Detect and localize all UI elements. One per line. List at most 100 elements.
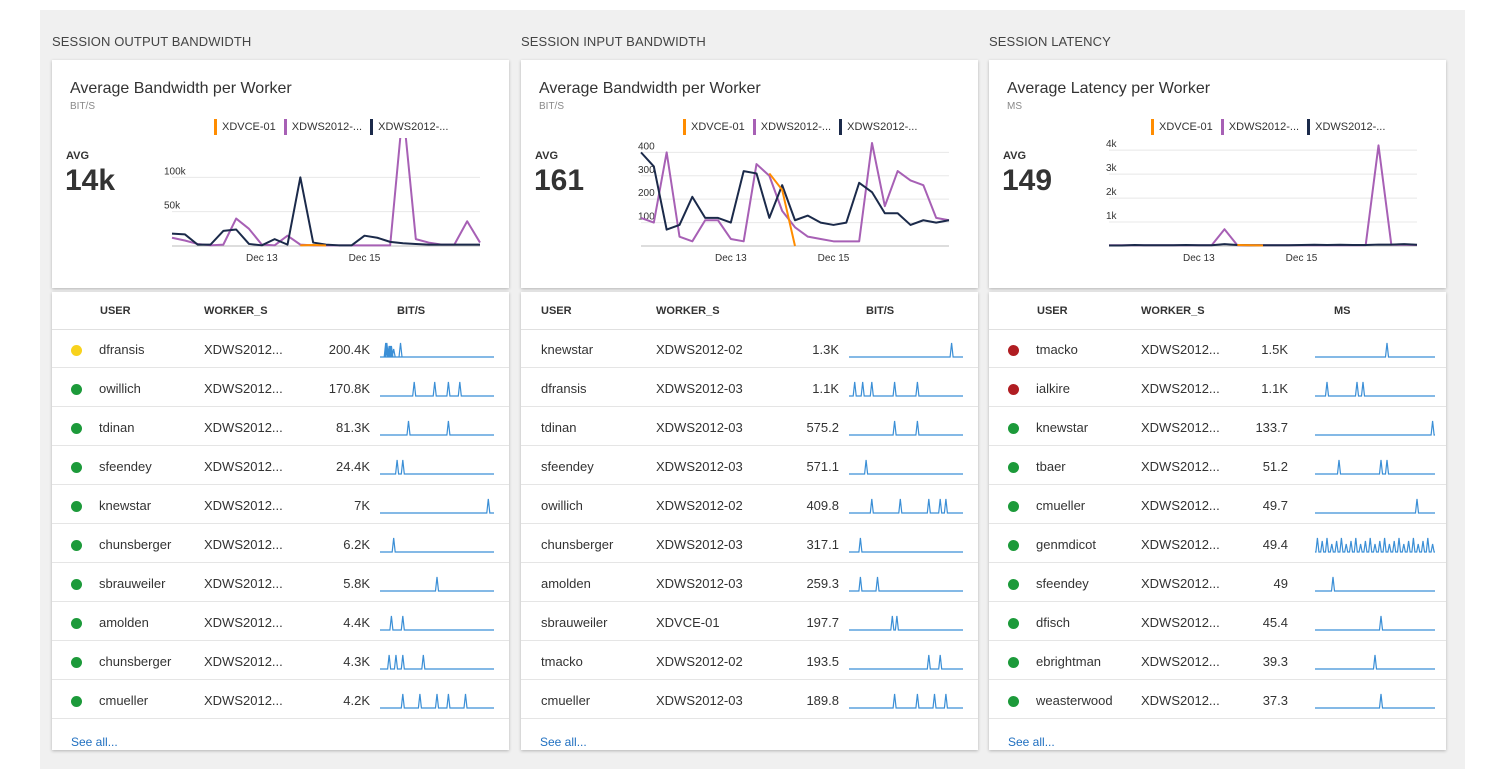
- table-row[interactable]: sbrauweiler XDVCE-01 197.7: [521, 603, 978, 641]
- see-all-link[interactable]: See all...: [71, 735, 118, 749]
- worker-cell: XDWS2012...: [1141, 576, 1220, 591]
- sparkline-path: [849, 654, 963, 670]
- column-header[interactable]: WORKER_S: [1141, 305, 1205, 317]
- table-row[interactable]: amolden XDWS2012-03 259.3: [521, 564, 978, 602]
- legend-label: XDVCE-01: [222, 121, 276, 133]
- column-header[interactable]: USER: [100, 305, 131, 317]
- status-dot: [71, 618, 82, 629]
- chart-unit: MS: [1007, 101, 1022, 112]
- table-card: USER WORKER_S MS tmacko XDWS2012... 1.5K ialki…: [989, 292, 1446, 750]
- table-row[interactable]: cmueller XDWS2012-03 189.8: [521, 681, 978, 719]
- table-row[interactable]: tdinan XDWS2012-03 575.2: [521, 408, 978, 446]
- chart-card[interactable]: Average Latency per Worker MS AVG 149 XDVCE-…: [989, 60, 1446, 288]
- legend-item[interactable]: XDVCE-01: [683, 119, 745, 135]
- chart-unit: BIT/S: [70, 101, 96, 112]
- worker-cell: XDWS2012-02: [656, 654, 743, 669]
- column-header[interactable]: WORKER_S: [656, 305, 720, 317]
- table-row[interactable]: ialkire XDWS2012... 1.1K: [989, 369, 1446, 407]
- table-row[interactable]: sbrauweiler XDWS2012... 5.8K: [52, 564, 509, 602]
- series-line-2[interactable]: [640, 151, 950, 231]
- table-row[interactable]: owillich XDWS2012... 170.8K: [52, 369, 509, 407]
- legend-label: XDVCE-01: [691, 121, 745, 133]
- see-all-link[interactable]: See all...: [540, 735, 587, 749]
- table-row[interactable]: dfransis XDWS2012-03 1.1K: [521, 369, 978, 407]
- table-row[interactable]: weasterwood XDWS2012... 37.3: [989, 681, 1446, 719]
- table-row[interactable]: tbaer XDWS2012... 51.2: [989, 447, 1446, 485]
- table-row[interactable]: knewstar XDWS2012... 7K: [52, 486, 509, 524]
- worker-cell: XDWS2012...: [204, 459, 283, 474]
- worker-cell: XDWS2012...: [204, 537, 283, 552]
- sparkline-path: [1315, 537, 1435, 553]
- table-row[interactable]: dfransis XDWS2012... 200.4K: [52, 330, 509, 368]
- column-header[interactable]: USER: [1037, 305, 1068, 317]
- column-header[interactable]: MS: [1334, 305, 1351, 317]
- legend-swatch: [1220, 119, 1224, 135]
- chart-title: Average Bandwidth per Worker: [70, 80, 292, 97]
- table-row[interactable]: tmacko XDWS2012-02 193.5: [521, 642, 978, 680]
- y-tick-label: 100k: [164, 166, 187, 177]
- worker-cell: XDWS2012-03: [656, 420, 743, 435]
- column-header[interactable]: WORKER_S: [204, 305, 268, 317]
- legend-item[interactable]: XDWS2012-...: [1220, 119, 1299, 135]
- legend-item[interactable]: XDWS2012-...: [283, 119, 362, 135]
- table-row[interactable]: chunsberger XDWS2012... 4.3K: [52, 642, 509, 680]
- avg-label: AVG: [1003, 150, 1027, 162]
- chart-card[interactable]: Average Bandwidth per Worker BIT/S AVG 161 X…: [521, 60, 978, 288]
- series-line-1[interactable]: [171, 138, 481, 247]
- sparkline: [849, 654, 963, 670]
- sparkline-path: [380, 537, 494, 553]
- legend-item[interactable]: XDWS2012-...: [839, 119, 917, 135]
- table-row[interactable]: chunsberger XDWS2012-03 317.1: [521, 525, 978, 563]
- value-cell: 45.4: [1262, 615, 1288, 630]
- sparkline: [380, 459, 494, 475]
- table-row[interactable]: cmueller XDWS2012... 49.7: [989, 486, 1446, 524]
- table-row[interactable]: tdinan XDWS2012... 81.3K: [52, 408, 509, 446]
- table-row[interactable]: tmacko XDWS2012... 1.5K: [989, 330, 1446, 368]
- user-cell: tmacko: [1036, 342, 1078, 357]
- user-cell: weasterwood: [1036, 693, 1113, 708]
- legend-item[interactable]: XDVCE-01: [1151, 119, 1213, 135]
- legend-label: XDWS2012-...: [847, 121, 918, 133]
- status-dot: [71, 579, 82, 590]
- column-header[interactable]: USER: [541, 305, 572, 317]
- table-row[interactable]: owillich XDWS2012-02 409.8: [521, 486, 978, 524]
- table-row[interactable]: sfeendey XDWS2012... 49: [989, 564, 1446, 602]
- table-row[interactable]: ebrightman XDWS2012... 39.3: [989, 642, 1446, 680]
- chart-card[interactable]: Average Bandwidth per Worker BIT/S AVG 14k X…: [52, 60, 509, 288]
- series-line-1[interactable]: [640, 142, 950, 243]
- x-tick-label: Dec 13: [246, 253, 278, 264]
- sparkline: [380, 615, 494, 631]
- worker-cell: XDWS2012...: [1141, 537, 1220, 552]
- table-row[interactable]: chunsberger XDWS2012... 6.2K: [52, 525, 509, 563]
- table-row[interactable]: sfeendey XDWS2012-03 571.1: [521, 447, 978, 485]
- worker-cell: XDWS2012...: [1141, 420, 1220, 435]
- value-cell: 6.2K: [343, 537, 370, 552]
- legend-item[interactable]: XDWS2012-...: [370, 119, 448, 135]
- table-row[interactable]: dfisch XDWS2012... 45.4: [989, 603, 1446, 641]
- y-tick-label: 2k: [1106, 187, 1118, 198]
- see-all-link[interactable]: See all...: [1008, 735, 1055, 749]
- value-cell: 189.8: [806, 693, 839, 708]
- worker-cell: XDWS2012-03: [656, 381, 743, 396]
- table-row[interactable]: knewstar XDWS2012-02 1.3K: [521, 330, 978, 368]
- user-cell: dfransis: [99, 342, 145, 357]
- table-row[interactable]: sfeendey XDWS2012... 24.4K: [52, 447, 509, 485]
- table-row[interactable]: amolden XDWS2012... 4.4K: [52, 603, 509, 641]
- legend-item[interactable]: XDWS2012-...: [752, 119, 831, 135]
- column-header[interactable]: BIT/S: [866, 305, 894, 317]
- legend-item[interactable]: XDVCE-01: [214, 119, 276, 135]
- table-row[interactable]: genmdicot XDWS2012... 49.4: [989, 525, 1446, 563]
- table-row[interactable]: cmueller XDWS2012... 4.2K: [52, 681, 509, 719]
- value-cell: 575.2: [806, 420, 839, 435]
- sparkline: [849, 498, 963, 514]
- series-line-1[interactable]: [1109, 144, 1418, 247]
- column-header[interactable]: BIT/S: [397, 305, 425, 317]
- sparkline-path: [380, 576, 494, 592]
- user-cell: tmacko: [541, 654, 583, 669]
- sparkline-path: [849, 498, 963, 514]
- sparkline: [1315, 615, 1435, 631]
- legend-item[interactable]: XDWS2012-...: [1307, 119, 1385, 135]
- status-dot: [71, 696, 82, 707]
- table-row[interactable]: knewstar XDWS2012... 133.7: [989, 408, 1446, 446]
- sparkline-path: [849, 615, 963, 631]
